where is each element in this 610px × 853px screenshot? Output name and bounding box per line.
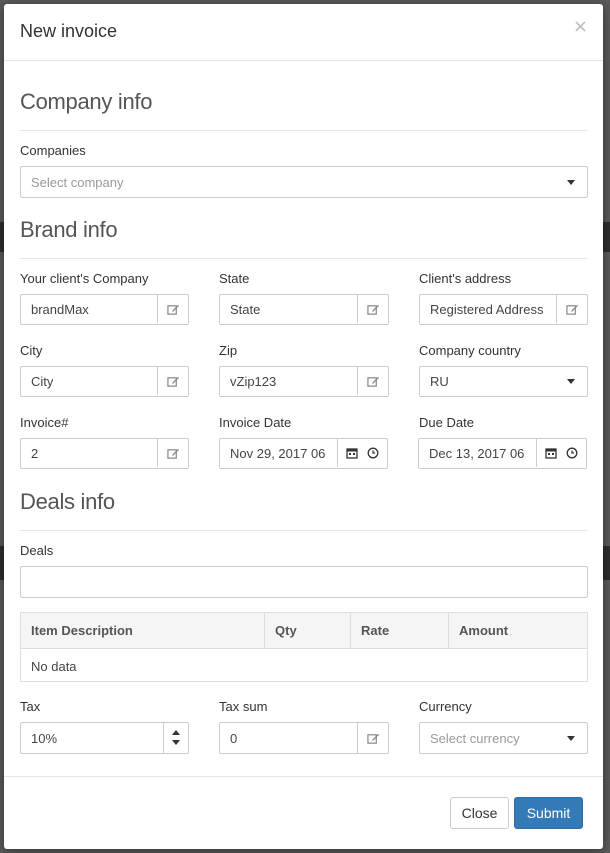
invoice-number-value: 2: [31, 446, 39, 461]
calendar-icon[interactable]: [545, 447, 557, 459]
table-header: Item Description Qty Rate Amount: [21, 613, 587, 649]
deals-label: Deals: [20, 543, 54, 558]
currency-placeholder: Select currency: [430, 731, 520, 746]
close-icon[interactable]: ×: [573, 16, 588, 37]
client-address-label: Client's address: [419, 271, 512, 286]
companies-select[interactable]: Select company: [20, 166, 588, 198]
client-company-value: brandMax: [31, 302, 89, 317]
caret-down-icon: [567, 180, 575, 185]
section-title-company-info: Company info: [20, 89, 153, 114]
tax-sum-label: Tax sum: [219, 699, 268, 714]
section-title-brand-info: Brand info: [20, 217, 118, 242]
divider: [20, 258, 587, 259]
state-label: State: [219, 271, 250, 286]
edit-icon[interactable]: [357, 367, 388, 395]
column-header-item-description[interactable]: Item Description: [21, 613, 265, 648]
footer-divider: [4, 776, 603, 777]
clock-icon[interactable]: [566, 447, 578, 459]
zip-field[interactable]: vZip123: [219, 366, 389, 397]
zip-label: Zip: [219, 343, 238, 358]
client-address-value: Registered Address: [430, 302, 544, 317]
currency-label: Currency: [419, 699, 472, 714]
city-label: City: [20, 343, 43, 358]
companies-select-placeholder: Select company: [31, 175, 124, 190]
company-country-value: RU: [430, 374, 449, 389]
invoice-date-label: Invoice Date: [219, 415, 292, 430]
tax-value: 10%: [31, 731, 58, 746]
tax-sum-field[interactable]: 0: [219, 722, 389, 754]
column-header-amount[interactable]: Amount: [449, 613, 587, 648]
edit-icon[interactable]: [357, 295, 388, 323]
submit-button[interactable]: Submit: [514, 797, 583, 829]
due-date-value: Dec 13, 2017 06: [429, 446, 525, 461]
edit-icon[interactable]: [157, 439, 188, 467]
state-value: State: [230, 302, 261, 317]
stepper-down-icon[interactable]: [172, 740, 180, 745]
divider: [20, 530, 587, 531]
companies-label: Companies: [20, 143, 86, 158]
company-country-select[interactable]: RU: [419, 366, 588, 397]
deals-table: Item Description Qty Rate Amount No data: [20, 612, 588, 682]
city-field[interactable]: City: [20, 366, 189, 397]
close-button[interactable]: Close: [450, 797, 509, 829]
currency-select[interactable]: Select currency: [419, 722, 588, 754]
zip-value: vZip123: [230, 374, 277, 389]
client-address-field[interactable]: Registered Address: [419, 294, 588, 325]
tax-label: Tax: [20, 699, 41, 714]
tax-stepper[interactable]: [163, 723, 188, 753]
date-time-addon: [536, 439, 586, 467]
edit-icon[interactable]: [157, 367, 188, 395]
company-country-label: Company country: [419, 343, 521, 358]
modal-header: New invoice ×: [4, 4, 603, 61]
edit-icon[interactable]: [357, 723, 388, 753]
invoice-number-label: Invoice#: [20, 415, 69, 430]
edit-icon[interactable]: [556, 295, 587, 323]
column-header-qty[interactable]: Qty: [265, 613, 351, 648]
edit-icon[interactable]: [157, 295, 188, 323]
date-time-addon: [337, 439, 387, 467]
deals-input[interactable]: [20, 566, 588, 598]
due-date-field[interactable]: Dec 13, 2017 06: [418, 438, 587, 469]
stepper-up-icon[interactable]: [172, 730, 180, 735]
table-empty-text: No data: [31, 659, 77, 674]
due-date-label: Due Date: [419, 415, 474, 430]
caret-down-icon: [567, 736, 575, 741]
calendar-icon[interactable]: [346, 447, 358, 459]
modal-title: New invoice: [20, 21, 118, 41]
client-company-field[interactable]: brandMax: [20, 294, 189, 325]
invoice-number-field[interactable]: 2: [20, 438, 189, 469]
clock-icon[interactable]: [367, 447, 379, 459]
tax-sum-value: 0: [230, 731, 238, 746]
invoice-date-value: Nov 29, 2017 06: [230, 446, 326, 461]
divider: [20, 130, 587, 131]
state-field[interactable]: State: [219, 294, 389, 325]
tax-input[interactable]: 10%: [20, 722, 189, 754]
section-title-deals-info: Deals info: [20, 489, 115, 514]
new-invoice-modal: New invoice × Company info Companies Sel…: [4, 4, 603, 849]
column-header-rate[interactable]: Rate: [351, 613, 449, 648]
client-company-label: Your client's Company: [20, 271, 149, 286]
city-value: City: [31, 374, 54, 389]
invoice-date-field[interactable]: Nov 29, 2017 06: [219, 438, 388, 469]
caret-down-icon: [567, 379, 575, 384]
